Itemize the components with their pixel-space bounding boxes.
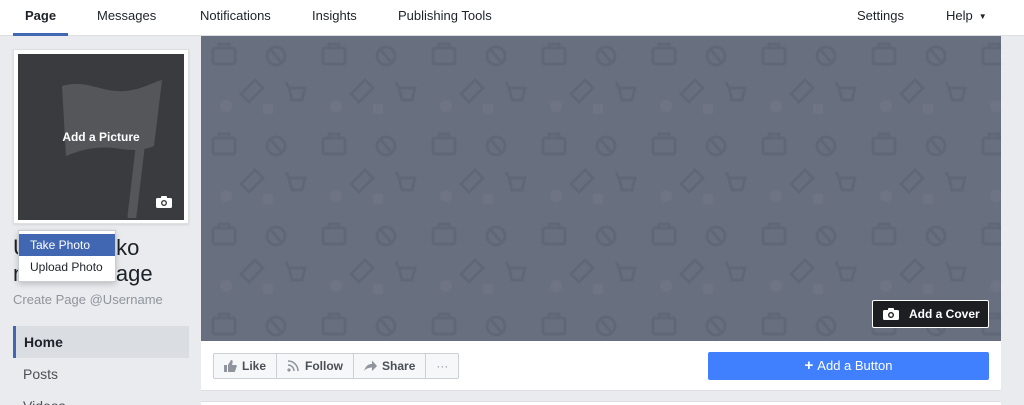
tab-page[interactable]: Page bbox=[12, 0, 69, 36]
cover-photo[interactable]: Add a Cover bbox=[201, 36, 1001, 341]
top-nav: Page Messages Notifications Insights Pub… bbox=[0, 0, 1024, 36]
tab-publishing-tools[interactable]: Publishing Tools bbox=[398, 0, 492, 36]
tab-help[interactable]: Help ▼ bbox=[946, 0, 987, 36]
tab-settings[interactable]: Settings bbox=[857, 0, 904, 36]
help-label: Help bbox=[946, 8, 973, 23]
sidebar-item-posts[interactable]: Posts bbox=[13, 358, 189, 390]
more-options-button[interactable]: ··· bbox=[426, 354, 458, 378]
follow-button[interactable]: Follow bbox=[277, 354, 355, 378]
upload-photo-item[interactable]: Upload Photo bbox=[19, 256, 115, 278]
profile-picture[interactable]: Add a Picture bbox=[18, 54, 184, 220]
tab-notifications[interactable]: Notifications bbox=[200, 0, 271, 36]
add-picture-label: Add a Picture bbox=[62, 130, 140, 144]
like-label: Like bbox=[242, 359, 267, 373]
camera-icon[interactable] bbox=[156, 196, 172, 208]
page-actions: Like Follow Share ··· bbox=[213, 353, 460, 379]
cover-pattern bbox=[201, 36, 1001, 341]
like-button[interactable]: Like bbox=[214, 354, 278, 378]
tab-insights[interactable]: Insights bbox=[312, 0, 357, 36]
share-button[interactable]: Share bbox=[354, 354, 427, 378]
caret-down-icon: ▼ bbox=[978, 11, 987, 21]
share-arrow-icon bbox=[364, 360, 378, 371]
plus-icon: + bbox=[804, 357, 814, 374]
sidebar-item-videos[interactable]: Videos bbox=[13, 390, 189, 405]
share-label: Share bbox=[382, 359, 416, 373]
add-cover-button[interactable]: Add a Cover bbox=[872, 300, 989, 328]
camera-icon bbox=[883, 308, 899, 320]
content-card-edge bbox=[201, 401, 1001, 405]
create-username-link[interactable]: Create Page @Username bbox=[13, 292, 163, 307]
rss-icon bbox=[287, 360, 299, 372]
action-bar: Like Follow Share ··· + Add a Button bbox=[201, 341, 1001, 391]
photo-menu: Take Photo Upload Photo bbox=[18, 230, 116, 282]
take-photo-item[interactable]: Take Photo bbox=[19, 234, 115, 256]
tab-messages[interactable]: Messages bbox=[97, 0, 156, 36]
thumbs-up-icon bbox=[224, 360, 237, 372]
add-a-button[interactable]: + Add a Button bbox=[708, 352, 989, 380]
sidebar-item-home[interactable]: Home bbox=[13, 326, 189, 358]
follow-label: Follow bbox=[305, 359, 344, 373]
add-a-button-label: Add a Button bbox=[817, 358, 893, 373]
add-cover-label: Add a Cover bbox=[909, 307, 980, 321]
profile-picture-frame: Add a Picture bbox=[13, 49, 189, 224]
side-nav: Home Posts Videos bbox=[13, 326, 189, 405]
